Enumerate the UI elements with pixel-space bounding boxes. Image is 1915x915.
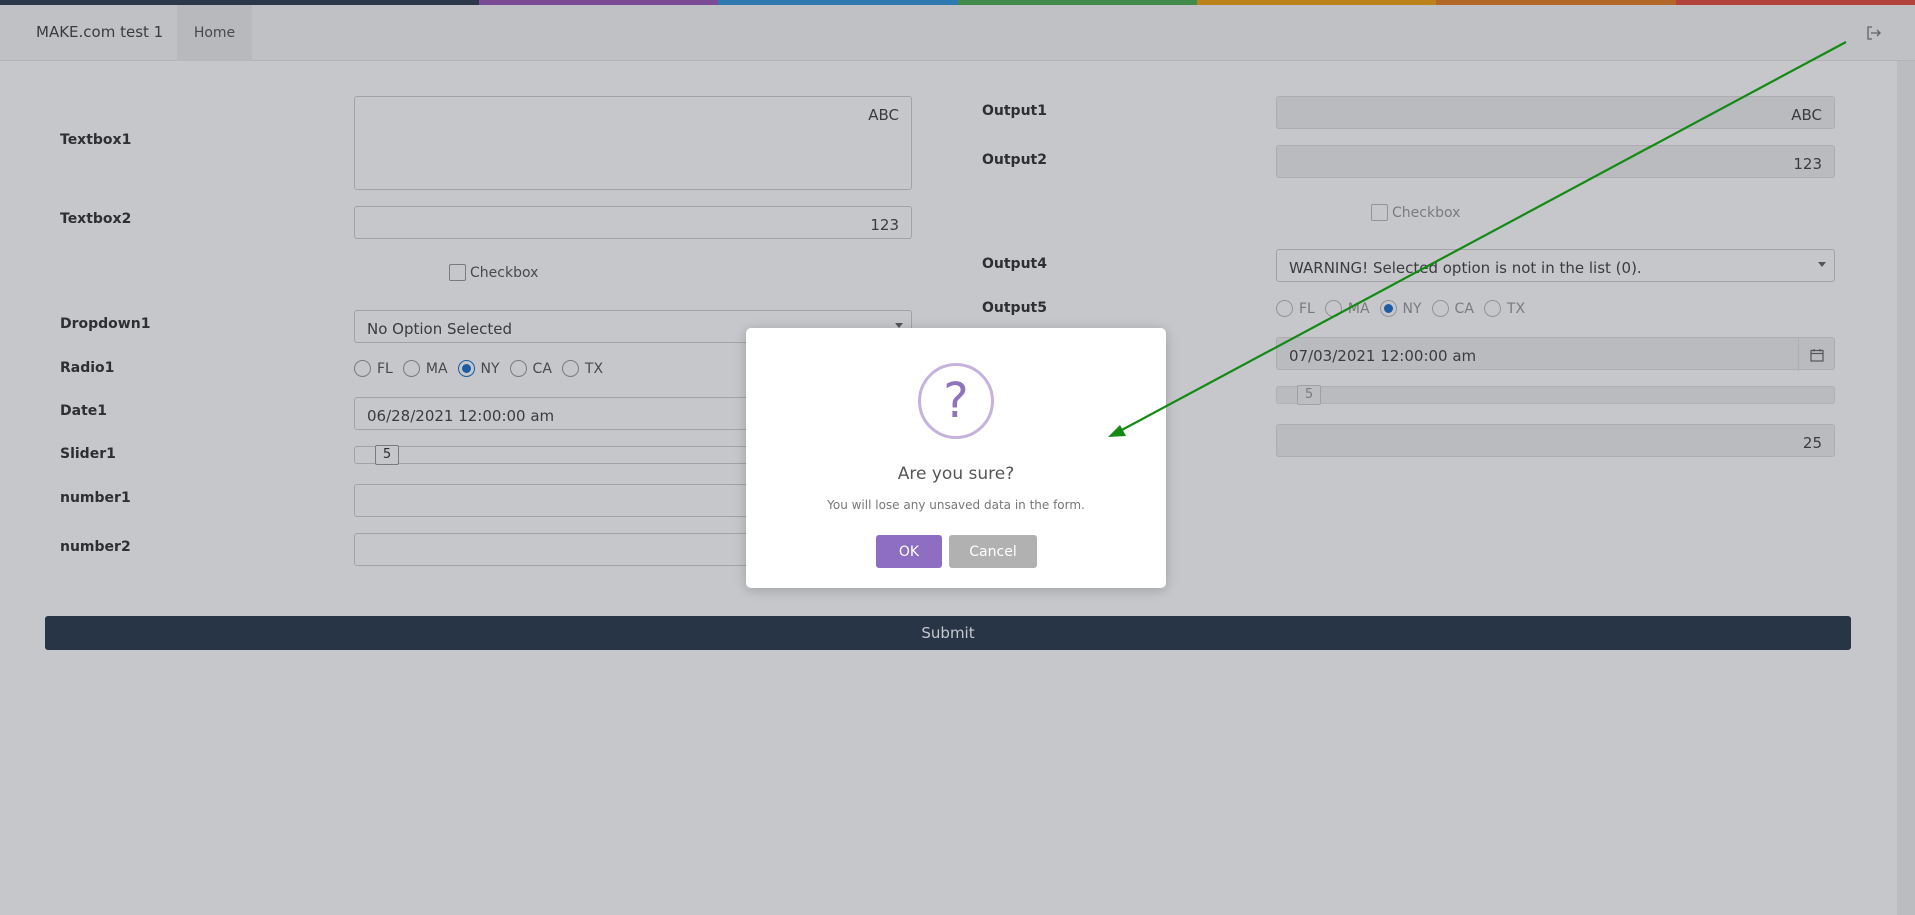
ok-button[interactable]: OK <box>876 535 942 568</box>
question-icon: ? <box>918 363 994 439</box>
dialog-title: Are you sure? <box>897 464 1015 484</box>
confirm-dialog: ? Are you sure? You will lose any unsave… <box>746 328 1166 588</box>
dialog-message: You will lose any unsaved data in the fo… <box>827 498 1085 512</box>
cancel-button[interactable]: Cancel <box>949 535 1037 568</box>
